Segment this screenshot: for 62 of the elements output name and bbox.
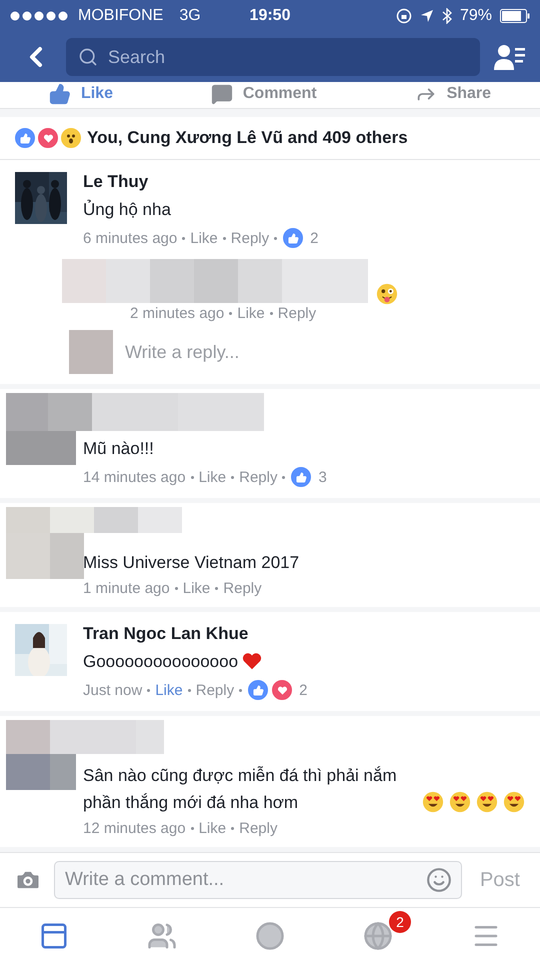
pixelated-patch <box>69 330 113 374</box>
thumbs-up-icon <box>247 679 270 701</box>
reply-link[interactable]: Reply <box>278 305 316 322</box>
reply-link[interactable]: Reply <box>239 820 278 837</box>
thumbs-up-icon <box>48 83 71 105</box>
like-link[interactable]: Like <box>182 580 210 597</box>
share-button[interactable]: Share <box>408 82 498 106</box>
reaction-count: 3 <box>318 468 327 486</box>
timestamp: Just now <box>83 682 142 698</box>
timestamp: 2 minutes ago <box>130 305 224 322</box>
heart-eyes-emoji-icon <box>503 791 525 813</box>
location-arrow-icon <box>420 9 434 23</box>
thumbs-up-icon <box>290 466 312 488</box>
comment-button[interactable]: Comment <box>204 82 323 106</box>
heart-eyes-emoji-icon <box>476 791 498 813</box>
globe-icon <box>363 921 393 951</box>
author-name[interactable]: Tran Ngoc Lan Khue <box>83 624 526 644</box>
reaction-count: 2 <box>310 230 318 246</box>
timestamp: 14 minutes ago <box>83 468 186 486</box>
like-link[interactable]: Like <box>198 820 226 837</box>
comment-text: Mũ nào!!! <box>83 438 154 460</box>
carrier-name: MOBIFONE <box>78 7 164 25</box>
reaction-count: 2 <box>299 682 308 698</box>
reply-link[interactable]: Reply <box>223 580 262 597</box>
search-icon <box>78 47 98 67</box>
like-link[interactable]: Like <box>155 682 183 698</box>
like-link[interactable]: Like <box>190 230 218 246</box>
comment-text: Miss Universe Vietnam 2017 <box>83 552 300 574</box>
friend-list-icon[interactable] <box>494 43 526 71</box>
comment-text: Gooooooooooooooo <box>83 651 238 673</box>
reply-link[interactable]: Reply <box>239 468 278 486</box>
search-field[interactable]: Search <box>66 38 480 76</box>
timestamp: 12 minutes ago <box>83 820 186 837</box>
author-name[interactable]: Le Thuy <box>83 172 526 192</box>
like-link[interactable]: Like <box>237 305 265 322</box>
two-people-icon <box>147 921 177 951</box>
reactions-summary[interactable]: You, Cung Xương Lê Vũ and 409 others <box>87 128 408 148</box>
signal-icon <box>10 11 70 21</box>
speech-bubble-icon <box>210 83 233 105</box>
battery-icon <box>500 9 530 23</box>
like-button[interactable]: Like <box>42 82 119 106</box>
network-type: 3G <box>179 7 201 25</box>
comment-text: Ủng hộ nha <box>83 198 171 221</box>
notification-badge: 2 <box>389 911 411 933</box>
winking-tongue-emoji-icon <box>376 283 398 305</box>
clock: 19:50 <box>250 7 290 25</box>
battery-percent: 79% <box>460 7 492 25</box>
smiley-icon[interactable] <box>426 867 452 893</box>
comment-text: Sân nào cũng được miễn đá thì phải nắm phần thắng mới đá nha hơm <box>83 765 398 814</box>
thumbs-up-icon <box>14 127 36 149</box>
timestamp: 6 minutes ago <box>83 230 178 246</box>
reply-link[interactable]: Reply <box>196 682 234 698</box>
thumbs-up-icon <box>282 227 304 249</box>
timestamp: 1 minute ago <box>83 580 170 597</box>
heart-eyes-emoji-icon <box>422 791 444 813</box>
like-link[interactable]: Like <box>198 468 226 486</box>
reply-link[interactable]: Reply <box>230 230 270 246</box>
heart-eyes-emoji-icon <box>449 791 471 813</box>
surprised-face-icon <box>60 127 82 149</box>
bluetooth-icon <box>442 8 452 24</box>
rotation-lock-icon <box>396 8 412 24</box>
news-feed-icon <box>39 921 69 951</box>
